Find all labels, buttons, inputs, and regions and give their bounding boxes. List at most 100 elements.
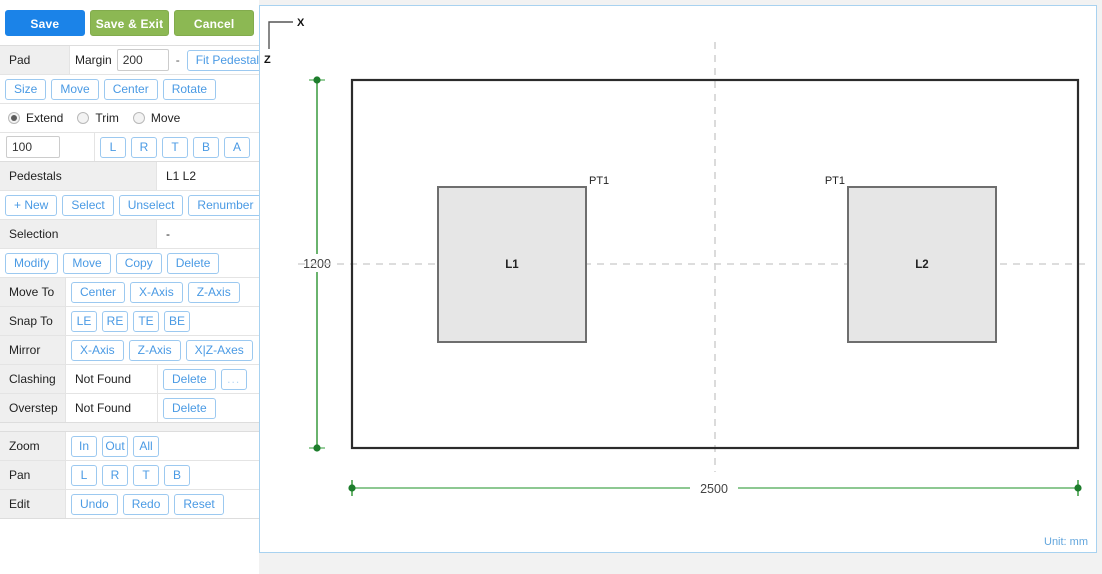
delete-button[interactable]: Delete bbox=[166, 252, 220, 274]
move-button[interactable]: Move bbox=[63, 252, 111, 274]
overstep-row: Overstep Not Found Delete bbox=[0, 394, 259, 423]
clashing-delete-button[interactable]: Delete bbox=[163, 368, 216, 390]
nudge-value-cell bbox=[0, 133, 95, 161]
pad-move-button[interactable]: Move bbox=[51, 78, 99, 100]
undo-button[interactable]: Undo bbox=[71, 493, 118, 515]
move-to-label: Move To bbox=[0, 278, 66, 306]
pad-group: Pad Margin - Fit Pedestals Size Move Cen… bbox=[0, 45, 280, 162]
nudge-top-button[interactable]: T bbox=[162, 136, 188, 158]
edit-label: Edit bbox=[0, 490, 66, 518]
mirror-x-axis-button[interactable]: X-Axis bbox=[71, 339, 124, 361]
drawing-canvas[interactable]: X Z 1200 2500 L1 PT1 L2 PT1 Unit: mm bbox=[259, 5, 1097, 553]
pan-actions: L R T B bbox=[66, 461, 259, 489]
selection-actions-row: Modify Move Copy Delete bbox=[0, 249, 259, 278]
pedestal-L1[interactable]: L1 PT1 bbox=[437, 175, 609, 343]
nudge-direction-controls: L R T B A bbox=[95, 133, 259, 161]
pan-label: Pan bbox=[0, 461, 66, 489]
overstep-label: Overstep bbox=[0, 394, 66, 422]
pedestal-L2-corner-label: PT1 bbox=[825, 175, 845, 187]
radio-extend-label: Extend bbox=[26, 111, 64, 125]
pedestal-L2-label: L2 bbox=[915, 259, 928, 271]
zoom-in-button[interactable]: In bbox=[71, 435, 97, 457]
move-to-z-axis-button[interactable]: Z-Axis bbox=[187, 281, 240, 303]
selection-row: Selection - bbox=[0, 220, 259, 249]
cancel-button[interactable]: Cancel bbox=[174, 10, 255, 36]
pedestal-L1-corner-label: PT1 bbox=[589, 175, 609, 187]
snap-top-edge-button[interactable]: TE bbox=[133, 310, 159, 332]
new-pedestal-button[interactable]: + New bbox=[5, 194, 58, 216]
nudge-bottom-button[interactable]: B bbox=[193, 136, 219, 158]
width-dimension-label: 2500 bbox=[700, 482, 728, 496]
nudge-row: L R T B A bbox=[0, 133, 259, 162]
nudge-all-button[interactable]: A bbox=[224, 136, 250, 158]
overstep-delete-button[interactable]: Delete bbox=[163, 397, 216, 419]
zoom-all-button[interactable]: All bbox=[133, 435, 159, 457]
select-pedestal-button[interactable]: Select bbox=[62, 194, 114, 216]
width-dimension: 2500 bbox=[348, 479, 1082, 497]
pedestals-actions: + New Select Unselect Renumber bbox=[0, 191, 268, 219]
unit-label: Unit: mm bbox=[1044, 536, 1088, 548]
pan-bottom-button[interactable]: B bbox=[164, 464, 190, 486]
clashing-actions: Delete ... bbox=[158, 365, 259, 393]
axis-indicator: X Z bbox=[264, 17, 305, 66]
pad-margin-controls: Margin - Fit Pedestals bbox=[70, 46, 280, 74]
pad-size-button[interactable]: Size bbox=[5, 78, 47, 100]
unselect-pedestal-button[interactable]: Unselect bbox=[118, 194, 184, 216]
copy-button[interactable]: Copy bbox=[115, 252, 162, 274]
zoom-row: Zoom In Out All bbox=[0, 432, 259, 461]
radio-move-label: Move bbox=[150, 111, 181, 125]
save-and-exit-button[interactable]: Save & Exit bbox=[89, 10, 170, 36]
pad-center-button[interactable]: Center bbox=[103, 78, 158, 100]
pan-top-button[interactable]: T bbox=[133, 464, 159, 486]
save-button[interactable]: Save bbox=[5, 10, 85, 36]
radio-trim[interactable] bbox=[77, 112, 90, 124]
pedestals-actions-row: + New Select Unselect Renumber bbox=[0, 191, 268, 220]
pad-rotate-button[interactable]: Rotate bbox=[162, 78, 217, 100]
redo-button[interactable]: Redo bbox=[122, 493, 170, 515]
zoom-out-button[interactable]: Out bbox=[102, 435, 128, 457]
pedestals-value: L1 L2 bbox=[157, 162, 259, 190]
radio-move[interactable] bbox=[132, 112, 145, 124]
sidebar-panel: Save Save & Exit Cancel Pad Margin - Fit… bbox=[0, 0, 280, 574]
zoom-label: Zoom bbox=[0, 432, 66, 460]
nudge-right-button[interactable]: R bbox=[131, 136, 157, 158]
pad-label: Pad bbox=[0, 46, 70, 74]
radio-extend[interactable] bbox=[8, 112, 20, 124]
move-to-center-button[interactable]: Center bbox=[71, 281, 126, 303]
renumber-pedestal-button[interactable]: Renumber bbox=[188, 194, 263, 216]
pad-ops-controls: Size Move Center Rotate bbox=[0, 75, 259, 103]
edit-mode-row: Extend Trim Move bbox=[0, 104, 259, 133]
margin-input[interactable] bbox=[116, 49, 169, 71]
pedestal-L2[interactable]: L2 PT1 bbox=[825, 175, 997, 343]
mirror-xz-axes-button[interactable]: X|Z-Axes bbox=[185, 339, 253, 361]
nudge-left-button[interactable]: L bbox=[100, 136, 126, 158]
nudge-amount-input[interactable] bbox=[6, 136, 60, 158]
clashing-more-button[interactable]: ... bbox=[220, 368, 247, 390]
move-to-actions: Center X-Axis Z-Axis bbox=[66, 278, 259, 306]
pedestal-layout-editor: Save Save & Exit Cancel Pad Margin - Fit… bbox=[0, 0, 1102, 574]
pedestal-L1-label: L1 bbox=[505, 259, 519, 271]
mirror-label: Mirror bbox=[0, 336, 66, 364]
mirror-z-axis-button[interactable]: Z-Axis bbox=[128, 339, 181, 361]
snap-right-edge-button[interactable]: RE bbox=[102, 310, 128, 332]
clashing-row: Clashing Not Found Delete ... bbox=[0, 365, 259, 394]
overstep-status: Not Found bbox=[66, 394, 158, 422]
pan-right-button[interactable]: R bbox=[102, 464, 128, 486]
pad-ops-row: Size Move Center Rotate bbox=[0, 75, 259, 104]
action-button-bar: Save Save & Exit Cancel bbox=[0, 0, 259, 45]
modify-button[interactable]: Modify bbox=[5, 252, 59, 274]
mirror-row: Mirror X-Axis Z-Axis X|Z-Axes bbox=[0, 336, 259, 365]
move-to-x-axis-button[interactable]: X-Axis bbox=[130, 281, 183, 303]
reset-button[interactable]: Reset bbox=[174, 493, 224, 515]
zoom-actions: In Out All bbox=[66, 432, 259, 460]
snap-to-label: Snap To bbox=[0, 307, 66, 335]
snap-left-edge-button[interactable]: LE bbox=[71, 310, 97, 332]
pan-row: Pan L R T B bbox=[0, 461, 259, 490]
snap-to-actions: LE RE TE BE bbox=[66, 307, 259, 335]
move-to-row: Move To Center X-Axis Z-Axis bbox=[0, 278, 259, 307]
snap-bottom-edge-button[interactable]: BE bbox=[164, 310, 190, 332]
selection-value: - bbox=[157, 220, 259, 248]
pan-left-button[interactable]: L bbox=[71, 464, 97, 486]
edit-mode-radio-group: Extend Trim Move bbox=[0, 104, 259, 132]
selection-actions: Modify Move Copy Delete bbox=[0, 249, 259, 277]
